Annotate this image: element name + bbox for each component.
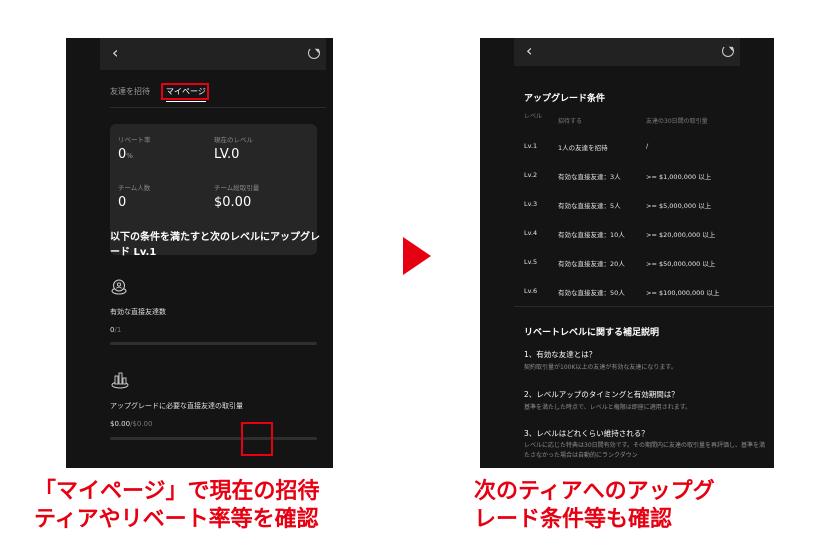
rebate-rate-value: 0% — [118, 147, 133, 162]
faq-answer: レベルに応じた特典は30日間有効です。その期間内に友達の取引量を再評価し、基準を… — [524, 442, 766, 459]
highlight-box-tab — [161, 83, 209, 100]
friends-coin-icon — [111, 279, 127, 295]
top-bar: ‹ — [100, 38, 326, 70]
row-level: Lv.3 — [524, 200, 538, 208]
team-volume-value: $0.00 — [214, 195, 252, 210]
row-volume: >= $1,000,000 以上 — [646, 173, 712, 181]
caption-left-line1: 「マイページ」で現在の招待 — [34, 479, 320, 504]
faq-answer: 契約取引量が100K以上の友達が有効な友達になります。 — [524, 364, 677, 371]
caption-right: 次のティアへのアップグ レード条件等も確認 — [474, 478, 715, 534]
row-volume: / — [646, 142, 649, 150]
rebate-rate-label: リベート率 — [118, 136, 151, 144]
condition-friends-progress-bar — [110, 342, 317, 345]
header-level: レベル — [524, 113, 543, 120]
faq-question: 2、レベルアップのタイミングと有効期間は？ — [524, 390, 679, 399]
current-level-value: LV.0 — [214, 147, 240, 162]
row-invite: 1人の友達を招待 — [558, 144, 608, 152]
next-arrow-icon — [403, 237, 431, 275]
highlight-box-volume — [241, 422, 273, 456]
tab-invite-friends[interactable]: 友達を招待 — [110, 86, 150, 97]
refresh-icon[interactable] — [722, 45, 734, 57]
row-volume: >= $20,000,000 以上 — [646, 231, 716, 239]
row-volume: >= $50,000,000 以上 — [646, 260, 716, 268]
caption-right-line2: レード条件等も確認 — [474, 507, 673, 532]
upgrade-conditions-title: アップグレード条件 — [524, 94, 606, 104]
upgrade-conditions-screen: ‹ アップグレード条件 レベル 招待する 友達の30日間の取引量 Lv.1 1人… — [480, 38, 774, 468]
condition-volume-progress: $0.00/$0.00 — [110, 420, 153, 428]
condition-volume-progress-bar — [110, 437, 317, 440]
guide-image: ‹ 友達を招待 マイページ リベート率 0% 現在のレベル LV.0 チーム人数… — [0, 0, 840, 560]
header-invite: 招待する — [558, 118, 583, 125]
row-level: Lv.5 — [524, 258, 538, 266]
row-level: Lv.6 — [524, 287, 538, 295]
back-chevron-icon[interactable]: ‹ — [112, 45, 118, 61]
row-level: Lv.4 — [524, 229, 538, 237]
refresh-icon[interactable] — [308, 47, 320, 59]
condition-friends-label: 有効な直接友達数 — [110, 308, 166, 316]
row-invite: 有効な直接友達：10人 — [558, 231, 625, 239]
row-invite: 有効な直接友達：5人 — [558, 202, 621, 210]
row-invite: 有効な直接友達：50人 — [558, 289, 625, 297]
row-volume: >= $5,000,000 以上 — [646, 202, 712, 210]
section-divider — [514, 306, 774, 307]
header-volume: 友達の30日間の取引量 — [646, 118, 708, 125]
faq-question: 3、レベルはどれくらい維持される？ — [524, 429, 649, 438]
condition-friends-progress: 0/1 — [110, 326, 122, 334]
coin-stack-icon — [111, 372, 129, 389]
tab-bar: 友達を招待 マイページ — [110, 86, 326, 108]
my-page-screen: ‹ 友達を招待 マイページ リベート率 0% 現在のレベル LV.0 チーム人数… — [66, 38, 333, 468]
team-count-value: 0 — [118, 195, 127, 210]
upgrade-condition-title: 以下の条件を満たすと次のレベルにアップグレード Lv.1 — [110, 232, 320, 258]
back-chevron-icon[interactable]: ‹ — [526, 43, 532, 59]
current-level-label: 現在のレベル — [214, 136, 253, 144]
team-count-label: チーム人数 — [118, 184, 151, 192]
faq-question: 1、有効な友達とは？ — [524, 350, 597, 359]
row-level: Lv.1 — [524, 142, 538, 150]
caption-left-line2: ティアやリベート率等を確認 — [34, 507, 319, 532]
top-bar: ‹ — [514, 38, 740, 66]
row-volume: >= $100,000,000 以上 — [646, 289, 720, 297]
faq-answer: 基準を満たした時点で、レベルと権限は即座に適用されます。 — [524, 404, 692, 411]
row-invite: 有効な直接友達：20人 — [558, 260, 625, 268]
caption-right-line1: 次のティアへのアップグ — [474, 479, 715, 504]
row-level: Lv.2 — [524, 171, 538, 179]
team-volume-label: チーム総取引量 — [214, 184, 260, 192]
condition-volume-label: アップグレードに必要な直接友達の取引量 — [110, 402, 243, 410]
caption-left: 「マイページ」で現在の招待 ティアやリベート率等を確認 — [34, 478, 320, 534]
row-invite: 有効な直接友達：3人 — [558, 173, 621, 181]
faq-title: リベートレベルに関する補足説明 — [524, 328, 660, 338]
